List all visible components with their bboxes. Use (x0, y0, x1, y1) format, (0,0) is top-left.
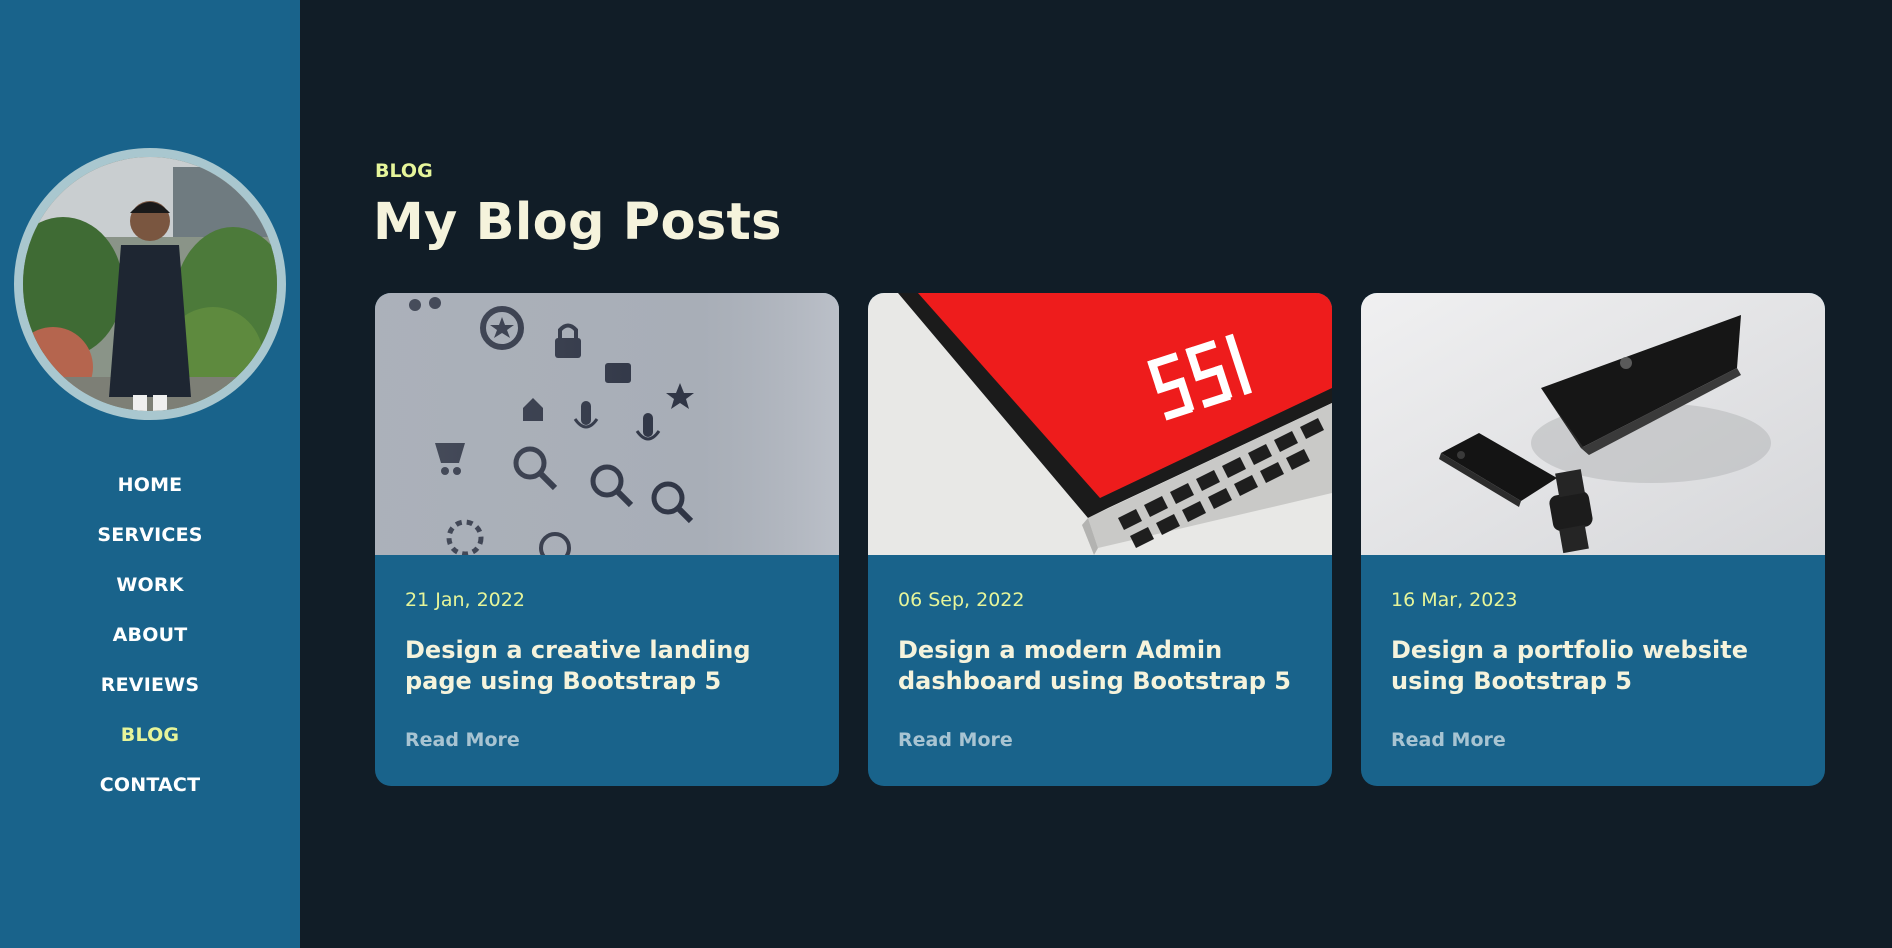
nav-item-work[interactable]: WORK (0, 560, 300, 610)
post-date: 06 Sep, 2022 (898, 589, 1025, 611)
nav-item-blog[interactable]: BLOG (0, 710, 300, 760)
sidebar: HOME SERVICES WORK ABOUT REVIEWS BLOG CO… (0, 0, 300, 948)
section-eyebrow: BLOG (375, 160, 433, 182)
nav-item-about[interactable]: ABOUT (0, 610, 300, 660)
read-more-link[interactable]: Read More (405, 729, 520, 751)
post-title[interactable]: Design a portfolio website using Bootstr… (1391, 635, 1811, 697)
nav-item-home[interactable]: HOME (0, 460, 300, 510)
nav-item-contact[interactable]: CONTACT (0, 760, 300, 810)
post-title[interactable]: Design a creative landing page using Boo… (405, 635, 825, 697)
blog-card[interactable]: 21 Jan, 2022 Design a creative landing p… (375, 293, 839, 786)
nav-item-services[interactable]: SERVICES (0, 510, 300, 560)
post-date: 21 Jan, 2022 (405, 589, 525, 611)
blog-card[interactable]: 16 Mar, 2023 Design a portfolio website … (1361, 293, 1825, 786)
black-devices-image (1361, 293, 1825, 555)
post-date: 16 Mar, 2023 (1391, 589, 1518, 611)
profile-avatar (14, 148, 286, 420)
main-nav: HOME SERVICES WORK ABOUT REVIEWS BLOG CO… (0, 460, 300, 810)
icons-grid-image (375, 293, 839, 555)
post-title[interactable]: Design a modern Admin dashboard using Bo… (898, 635, 1318, 697)
read-more-link[interactable]: Read More (1391, 729, 1506, 751)
laptop-red-screen-image (868, 293, 1332, 555)
profile-photo (23, 157, 277, 411)
blog-card[interactable]: 06 Sep, 2022 Design a modern Admin dashb… (868, 293, 1332, 786)
read-more-link[interactable]: Read More (898, 729, 1013, 751)
nav-item-reviews[interactable]: REVIEWS (0, 660, 300, 710)
page-title: My Blog Posts (373, 193, 782, 252)
